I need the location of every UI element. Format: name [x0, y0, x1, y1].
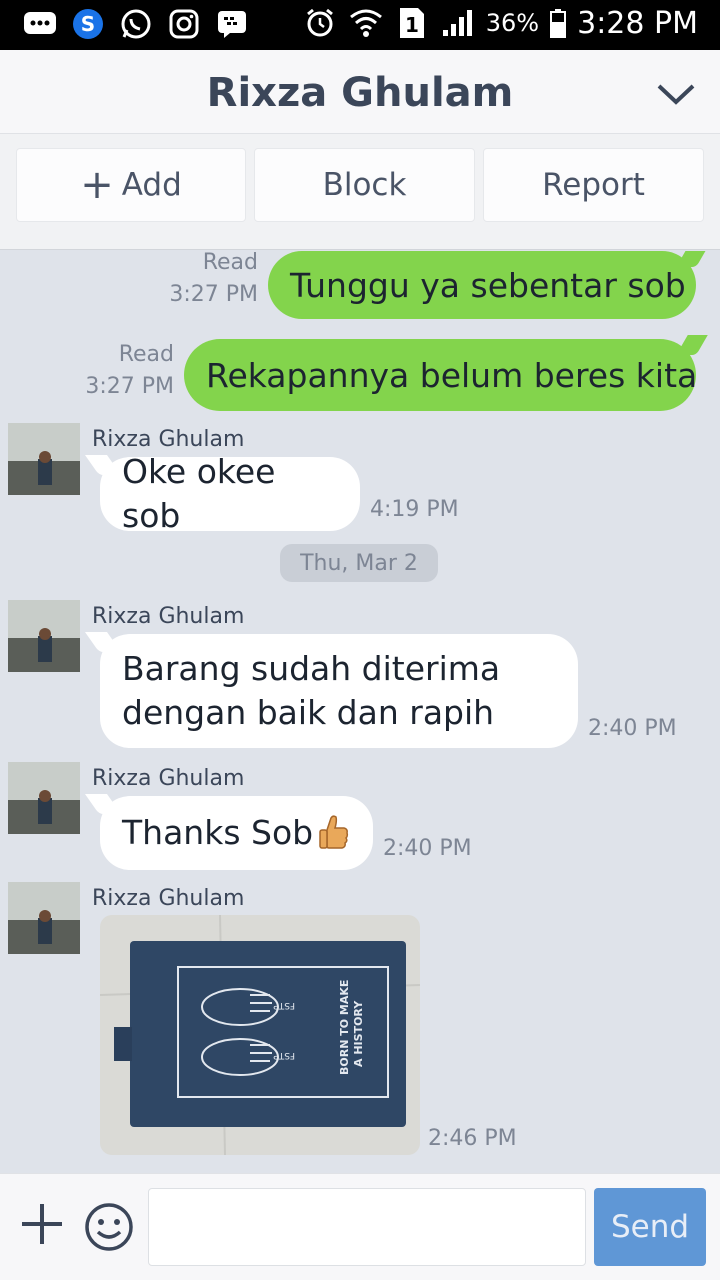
message-input-bar: Send [0, 1173, 720, 1280]
contact-avatar[interactable] [8, 882, 80, 954]
wifi-icon [348, 5, 384, 41]
message-text-line: Barang sudah diterima [122, 649, 501, 688]
outgoing-message-bubble[interactable]: Tunggu ya sebentar sob [268, 251, 696, 319]
add-friend-button[interactable]: + Add [16, 148, 246, 222]
contact-avatar[interactable] [8, 423, 80, 495]
read-receipt: Read [118, 342, 174, 367]
message-time: 3:27 PM [85, 374, 174, 399]
signal-icon [440, 5, 476, 41]
contact-avatar[interactable] [8, 762, 80, 834]
message-text: Oke okee sob [122, 452, 276, 535]
message-text: Rekapannya belum beres kita [206, 355, 698, 395]
bag-print-label: FSTP [273, 1000, 295, 1010]
add-button-label: Add [121, 167, 182, 203]
incoming-message-bubble[interactable]: Oke okee sob [100, 452, 360, 535]
bag-print-label: FSTP [273, 1050, 295, 1060]
bbm-icon [214, 6, 250, 42]
message-text-line: dengan baik dan rapih [122, 693, 495, 732]
chat-bubble-icon [22, 6, 58, 42]
svg-text:S: S [81, 12, 95, 36]
sim-icon: 1 [394, 5, 430, 41]
thumbs-up-emoji-icon [317, 814, 349, 852]
alarm-icon [302, 5, 338, 41]
message-meta: Read 3:27 PM [66, 339, 174, 403]
chevron-down-icon[interactable] [656, 76, 696, 110]
shared-photo[interactable]: FSTP FSTP BORN TO MAKE A HISTORY [100, 915, 420, 1155]
message-time: 2:40 PM [383, 836, 472, 861]
sender-name: Rixza Ghulam [92, 886, 245, 911]
message-meta: Read 3:27 PM [150, 251, 258, 311]
message-time: 4:19 PM [370, 497, 459, 522]
clock: 3:28 PM [577, 5, 698, 41]
instagram-icon [166, 6, 202, 42]
bag-print-text: A HISTORY [352, 1000, 365, 1067]
emoji-icon[interactable] [84, 1202, 134, 1252]
send-button[interactable]: Send [594, 1188, 706, 1266]
read-receipt: Read [202, 251, 258, 275]
svg-text:1: 1 [405, 13, 419, 37]
contact-action-bar: + Add Block Report [0, 134, 720, 250]
message-time: 2:40 PM [588, 716, 677, 741]
sender-name: Rixza Ghulam [92, 427, 245, 452]
incoming-message-bubble[interactable]: Thanks Sob [100, 796, 373, 870]
message-input[interactable] [148, 1188, 586, 1266]
block-button-label: Block [322, 167, 407, 203]
report-button-label: Report [542, 167, 645, 203]
plus-icon[interactable] [20, 1202, 64, 1246]
status-bar: S 1 36% 3:28 PM [0, 0, 720, 50]
sender-name: Rixza Ghulam [92, 766, 245, 791]
message-text: Thanks Sob [122, 813, 314, 852]
incoming-message-bubble[interactable]: Barang sudah diterima dengan baik dan ra… [100, 634, 578, 748]
contact-avatar[interactable] [8, 600, 80, 672]
bag-print-text: BORN TO MAKE [338, 980, 351, 1075]
date-separator: Thu, Mar 2 [280, 544, 438, 582]
outgoing-message-bubble[interactable]: Rekapannya belum beres kita [184, 339, 698, 411]
message-time: 3:27 PM [169, 282, 258, 307]
message-text: Tunggu ya sebentar sob [290, 265, 686, 305]
sender-name: Rixza Ghulam [92, 604, 245, 629]
whatsapp-icon [118, 6, 154, 42]
message-time: 2:46 PM [428, 1126, 517, 1151]
plus-icon: + [80, 162, 114, 208]
report-button[interactable]: Report [483, 148, 704, 222]
block-button[interactable]: Block [254, 148, 475, 222]
chat-header: Rixza Ghulam [0, 50, 720, 134]
skype-icon: S [70, 6, 106, 42]
chat-messages[interactable]: Read 3:27 PM Tunggu ya sebentar sob Read… [0, 251, 720, 1173]
battery-percentage: 36% [485, 9, 540, 37]
contact-name-title[interactable]: Rixza Ghulam [0, 70, 720, 116]
battery-icon [549, 5, 567, 41]
